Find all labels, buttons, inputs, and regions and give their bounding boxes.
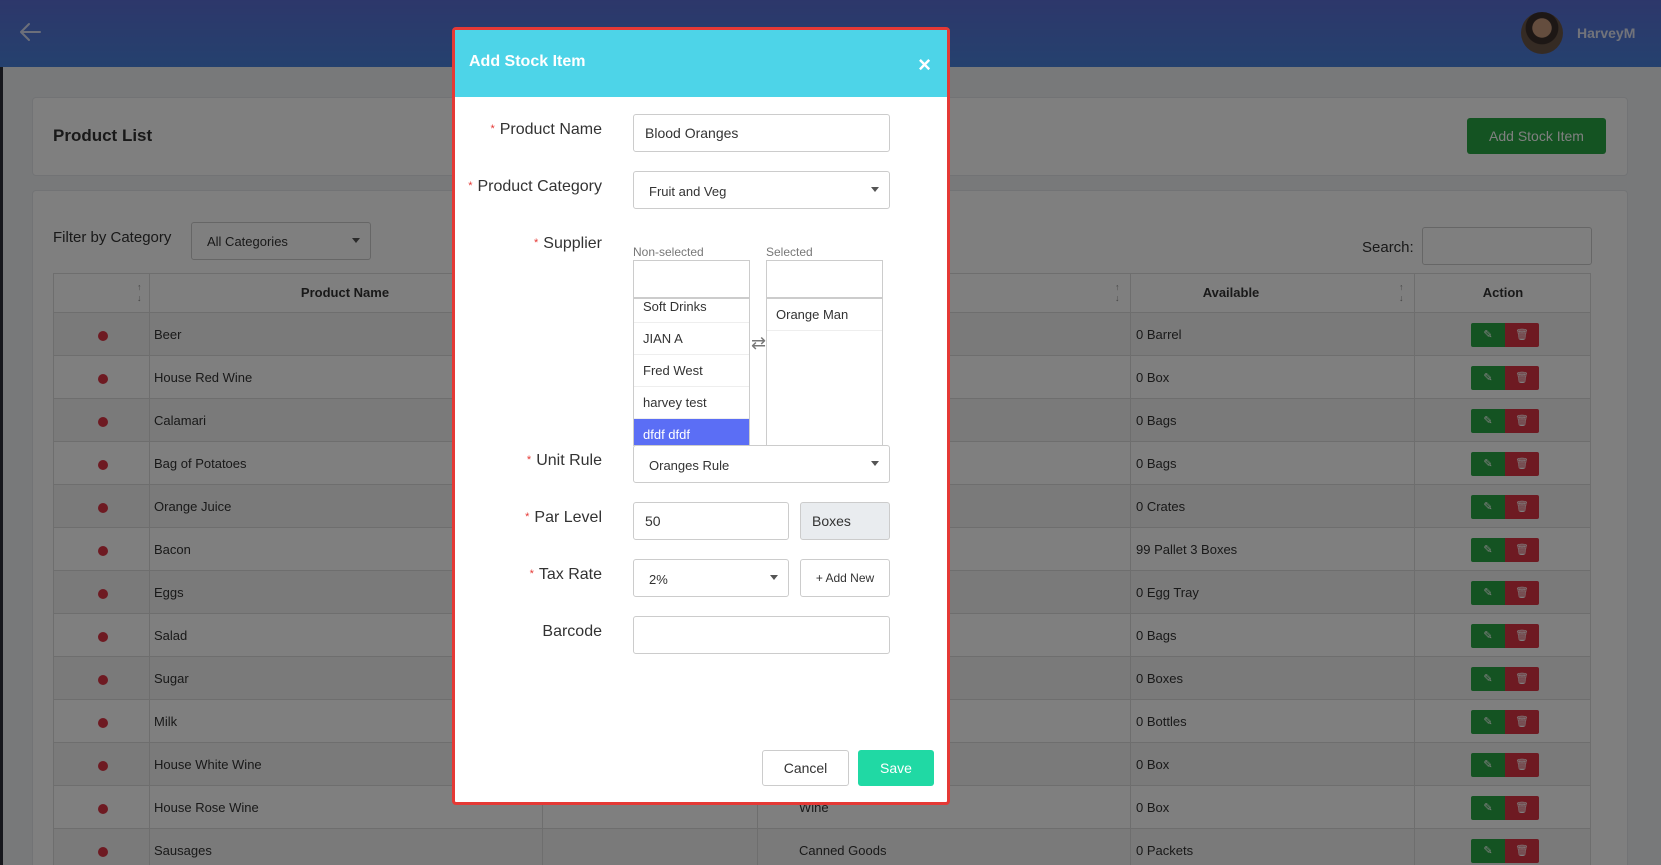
cancel-button[interactable]: Cancel [762,750,849,786]
unit-rule-label: * Unit Rule [526,452,602,469]
supplier-option[interactable]: harvey test [634,387,749,419]
caret-down-icon [871,187,879,192]
product-name-input[interactable]: Blood Oranges [633,114,890,152]
unit-rule-select[interactable]: Oranges Rule [633,445,890,483]
barcode-input[interactable] [633,616,890,654]
non-selected-filter-input[interactable] [633,260,750,298]
product-category-label: * Product Category [468,178,602,195]
tax-rate-select[interactable]: 2% [633,559,789,597]
selected-filter-input[interactable] [766,260,883,298]
caret-down-icon [770,575,778,580]
barcode-label: Barcode [542,623,602,640]
selected-label: Selected [766,245,813,259]
product-name-label: * Product Name [490,121,602,138]
add-new-tax-button[interactable]: + Add New [800,559,890,597]
modal-title: Add Stock Item [469,53,586,70]
selected-supplier-option[interactable]: Orange Man [767,299,882,331]
save-button[interactable]: Save [858,750,934,786]
supplier-option[interactable]: JIAN A [634,323,749,355]
par-level-input[interactable]: 50 [633,502,789,540]
non-selected-label: Non-selected [633,245,704,259]
tax-rate-label: * Tax Rate [529,566,602,583]
supplier-option[interactable]: Fred West [634,355,749,387]
par-level-unit: Boxes [800,502,890,540]
swap-icon[interactable]: ⇄ [751,333,766,354]
add-stock-item-modal: Add Stock Item × * Product Name Blood Ora… [452,27,950,805]
caret-down-icon [871,461,879,466]
close-icon[interactable]: × [918,52,931,78]
supplier-option[interactable]: dfdf dfdf [634,419,749,445]
non-selected-list[interactable]: Soft Drinks JIAN A Fred West harvey test dfd… [633,298,750,446]
product-category-select[interactable]: Fruit and Veg [633,171,890,209]
supplier-option[interactable]: Soft Drinks [634,299,749,323]
supplier-label: * Supplier [534,235,602,252]
selected-list[interactable]: Orange Man [766,298,883,446]
par-level-label: * Par Level [525,509,602,526]
modal-header: Add Stock Item × [455,30,947,97]
